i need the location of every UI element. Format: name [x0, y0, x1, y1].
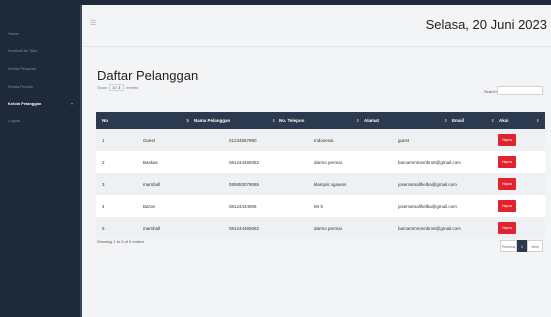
sort-icon: ⇕ — [491, 118, 495, 123]
cell-telepon: 085853079065 — [229, 182, 260, 187]
delete-button[interactable]: Hapus — [498, 134, 516, 146]
cell-alamat: darmo permai — [314, 226, 342, 231]
table-header: No ⇅ Nama Pelanggan ⇕ No. Telepon ⇕ Alam… — [96, 112, 545, 129]
page-title: Daftar Pelanggan — [97, 68, 199, 83]
cell-nama: Baskas — [143, 160, 158, 165]
current-date: Selasa, 20 Juni 2023 — [425, 17, 547, 32]
table-row: 5 marshall 081244465062 darmo permai bar… — [96, 217, 545, 239]
cell-email: josemarsallhelba@gmail.com — [398, 182, 457, 187]
sidebar-item-kelola-pelanggan[interactable]: Kelola Pelanggan — [8, 101, 41, 106]
column-header-no[interactable]: No — [102, 118, 108, 123]
cell-telepon: 081244465062 — [229, 160, 260, 165]
delete-button[interactable]: Hapus — [498, 156, 516, 168]
search-input[interactable] — [497, 86, 543, 95]
column-header-nama[interactable]: Nama Pelanggan — [194, 118, 230, 123]
sort-icon: ⇕ — [444, 118, 448, 123]
cell-no: 1 — [102, 138, 105, 143]
sidebar-item-kelola-pesanan[interactable]: Kelola Pesanan — [8, 66, 36, 71]
sort-icon: ⇕ — [356, 118, 360, 123]
cell-no: 4 — [102, 204, 105, 209]
cell-email: barcammmembro6@gmail.com — [398, 226, 461, 231]
delete-button[interactable]: Hapus — [498, 222, 516, 234]
entries-select-value: 10 — [112, 85, 117, 90]
sidebar-item-logout[interactable]: Logout — [8, 118, 20, 123]
sort-icon: ⇕ — [272, 118, 276, 123]
cell-alamat: Indonesia — [314, 138, 334, 143]
delete-button[interactable]: Hapus — [498, 200, 516, 212]
table-row: 2 Baskas 081244465062 darmo permai barca… — [96, 151, 545, 173]
column-header-telepon[interactable]: No. Telepon — [279, 118, 304, 123]
cell-no: 2 — [102, 160, 105, 165]
entries-length-control: Show 10 ⇕ entries — [97, 84, 138, 91]
cell-telepon: 01234567890 — [229, 138, 257, 143]
sidebar-item-kelola-produk[interactable]: Kelola Produk — [8, 84, 33, 89]
cell-alamat: darmo permai — [314, 160, 342, 165]
cell-telepon: 08124444906 — [229, 204, 257, 209]
table-row: 4 Baroe 08124444906 Mr b josemarsallhelb… — [96, 195, 545, 217]
cell-alamat: klampis ngasem — [314, 182, 347, 187]
column-header-email[interactable]: Email — [452, 118, 464, 123]
cell-nama: marshall — [143, 226, 161, 231]
sidebar: Home Kembali ke Toko Kelola Pesanan Kelo… — [0, 5, 82, 317]
cell-email: guest — [398, 138, 410, 143]
chevron-down-icon: ▾ — [71, 101, 74, 106]
entries-label: entries — [126, 85, 139, 90]
column-header-alamat[interactable]: Alamat — [364, 118, 379, 123]
pagination-next[interactable]: Next — [527, 240, 543, 252]
cell-alamat: Mr b — [314, 204, 323, 209]
sidebar-item-home[interactable]: Home — [8, 31, 19, 36]
table-info: Showing 1 to 5 of 5 entries — [97, 239, 145, 244]
sort-icon: ⇅ — [186, 118, 190, 123]
cell-no: 3 — [102, 182, 105, 187]
entries-select[interactable]: 10 ⇕ — [109, 84, 125, 91]
column-header-aksi[interactable]: Aksi — [499, 118, 509, 123]
cell-nama: Guest — [143, 138, 156, 143]
pagination-page-1[interactable]: 1 — [517, 240, 527, 252]
cell-email: barcammmembro6@gmail.com — [398, 160, 461, 165]
cell-no: 5 — [102, 226, 105, 231]
pagination-previous[interactable]: Previous — [500, 240, 517, 252]
delete-button[interactable]: Hapus — [498, 178, 516, 190]
table-row: 3 marshall 085853079065 klampis ngasem j… — [96, 173, 545, 195]
top-header: ☰ Selasa, 20 Juni 2023 — [82, 5, 551, 47]
search-label: Search: — [484, 89, 498, 94]
sidebar-item-kembali-ke-toko[interactable]: Kembali ke Toko — [8, 48, 37, 53]
cell-nama: Baroe — [143, 204, 156, 209]
cell-telepon: 081244465062 — [229, 226, 260, 231]
table-row: 1 Guest 01234567890 Indonesia guest Hapu… — [96, 129, 545, 151]
cell-email: josemarsallhelba@gmail.com — [398, 204, 457, 209]
menu-icon[interactable]: ☰ — [90, 19, 96, 27]
cell-nama: marshall — [143, 182, 161, 187]
sort-icon: ⇕ — [536, 118, 540, 123]
show-label: Show — [97, 85, 108, 90]
